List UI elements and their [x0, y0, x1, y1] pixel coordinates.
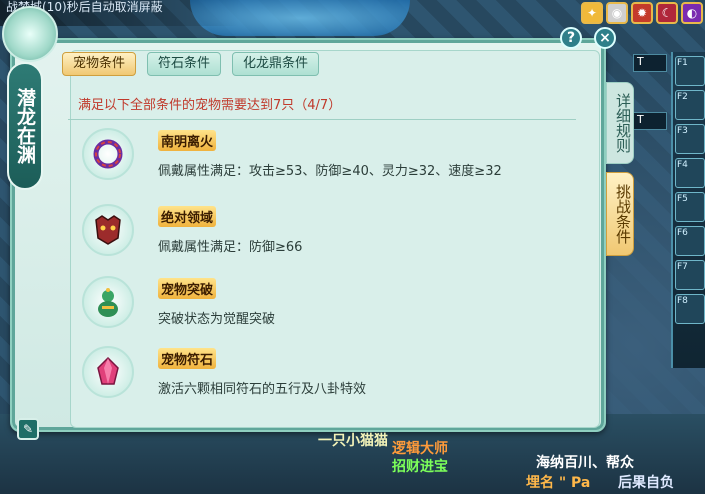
gourd-icon	[82, 276, 134, 328]
condition-item: 宠物突破 突破状态为觉醒突破	[82, 276, 275, 328]
close-button[interactable]: ×	[594, 27, 616, 49]
skill-slot[interactable]: F2	[675, 90, 705, 120]
tab-challenge-conditions[interactable]: 挑战条件	[606, 172, 634, 256]
condition-name: 宠物符石	[158, 347, 217, 369]
skill-slot[interactable]: F4	[675, 158, 705, 188]
condition-name: 南明离火	[158, 129, 217, 151]
skill-slot[interactable]: F6	[675, 226, 705, 256]
skill-slot[interactable]: F8	[675, 294, 705, 324]
tab-dragon-cauldron-conditions[interactable]: 化龙鼎条件	[232, 52, 320, 76]
skill-slot[interactable]: F1	[675, 56, 705, 86]
condition-desc: 突破状态为觉醒突破	[158, 311, 276, 327]
fire-icon[interactable]: ✹	[631, 2, 653, 24]
team-marker[interactable]: T	[633, 54, 667, 72]
team-markers: T T	[633, 54, 669, 170]
condition-desc: 激活六颗相同符石的五行及八卦特效	[158, 381, 367, 397]
condition-item: 宠物符石 激活六颗相同符石的五行及八卦特效	[82, 346, 366, 398]
condition-name: 绝对领域	[158, 205, 217, 227]
condition-item: 绝对领域 佩戴属性满足：防御≥66	[82, 204, 302, 256]
skill-bar: F1 F2 F3 F4 F5 F6 F7 F8	[671, 52, 705, 368]
tab-rune-conditions[interactable]: 符石条件	[147, 52, 222, 76]
guild-banner: 海纳百川、帮众	[536, 455, 634, 471]
help-button[interactable]: ?	[560, 27, 582, 49]
dialog-title: 潜龙在渊	[7, 62, 43, 190]
crystal-icon	[82, 346, 134, 398]
condition-desc: 佩戴属性满足：攻击≥53、防御≥40、灵力≥32、速度≥32	[158, 163, 502, 179]
buff-icon[interactable]: ✦	[581, 2, 603, 24]
dragon-icon[interactable]: ☾	[656, 2, 678, 24]
mask-icon	[82, 204, 134, 256]
condition-tabs: 宠物条件 符石条件 化龙鼎条件	[62, 52, 320, 76]
dialog-title-column: 潜龙在渊 ✎	[3, 56, 43, 440]
jade-ornament	[2, 6, 58, 62]
edit-icon[interactable]: ✎	[17, 418, 39, 440]
pet-icon[interactable]: ◉	[606, 2, 628, 24]
team-marker[interactable]: T	[633, 112, 667, 130]
player-name[interactable]: 一只小猫猫	[318, 430, 388, 450]
top-status-icons: ✦ ◉ ✹ ☾ ◐	[579, 0, 705, 26]
guild-note: 后果自负	[618, 475, 674, 491]
skill-slot[interactable]: F5	[675, 192, 705, 222]
magic-icon[interactable]: ◐	[681, 2, 703, 24]
condition-item: 南明离火 佩戴属性满足：攻击≥53、防御≥40、灵力≥32、速度≥32	[82, 128, 502, 180]
condition-name: 宠物突破	[158, 277, 217, 299]
skill-slot[interactable]: F3	[675, 124, 705, 154]
skill-slot[interactable]: F7	[675, 260, 705, 290]
ring-icon	[82, 128, 134, 180]
conditions-panel: 满足以下全部条件的宠物需要达到7只（4/7） 南明离火 佩戴属性满足：攻击≥53…	[68, 88, 588, 428]
tab-pet-conditions[interactable]: 宠物条件	[62, 52, 137, 76]
player-title: 逻辑大师	[392, 441, 448, 457]
player-title: 招财进宝	[392, 459, 448, 475]
tab-detailed-rules[interactable]: 详细规则	[606, 82, 634, 164]
condition-desc: 佩戴属性满足：防御≥66	[158, 239, 303, 255]
conditions-header: 满足以下全部条件的宠物需要达到7只（4/7）	[68, 88, 576, 120]
guild-name: 埋名 " Pa	[526, 475, 591, 491]
